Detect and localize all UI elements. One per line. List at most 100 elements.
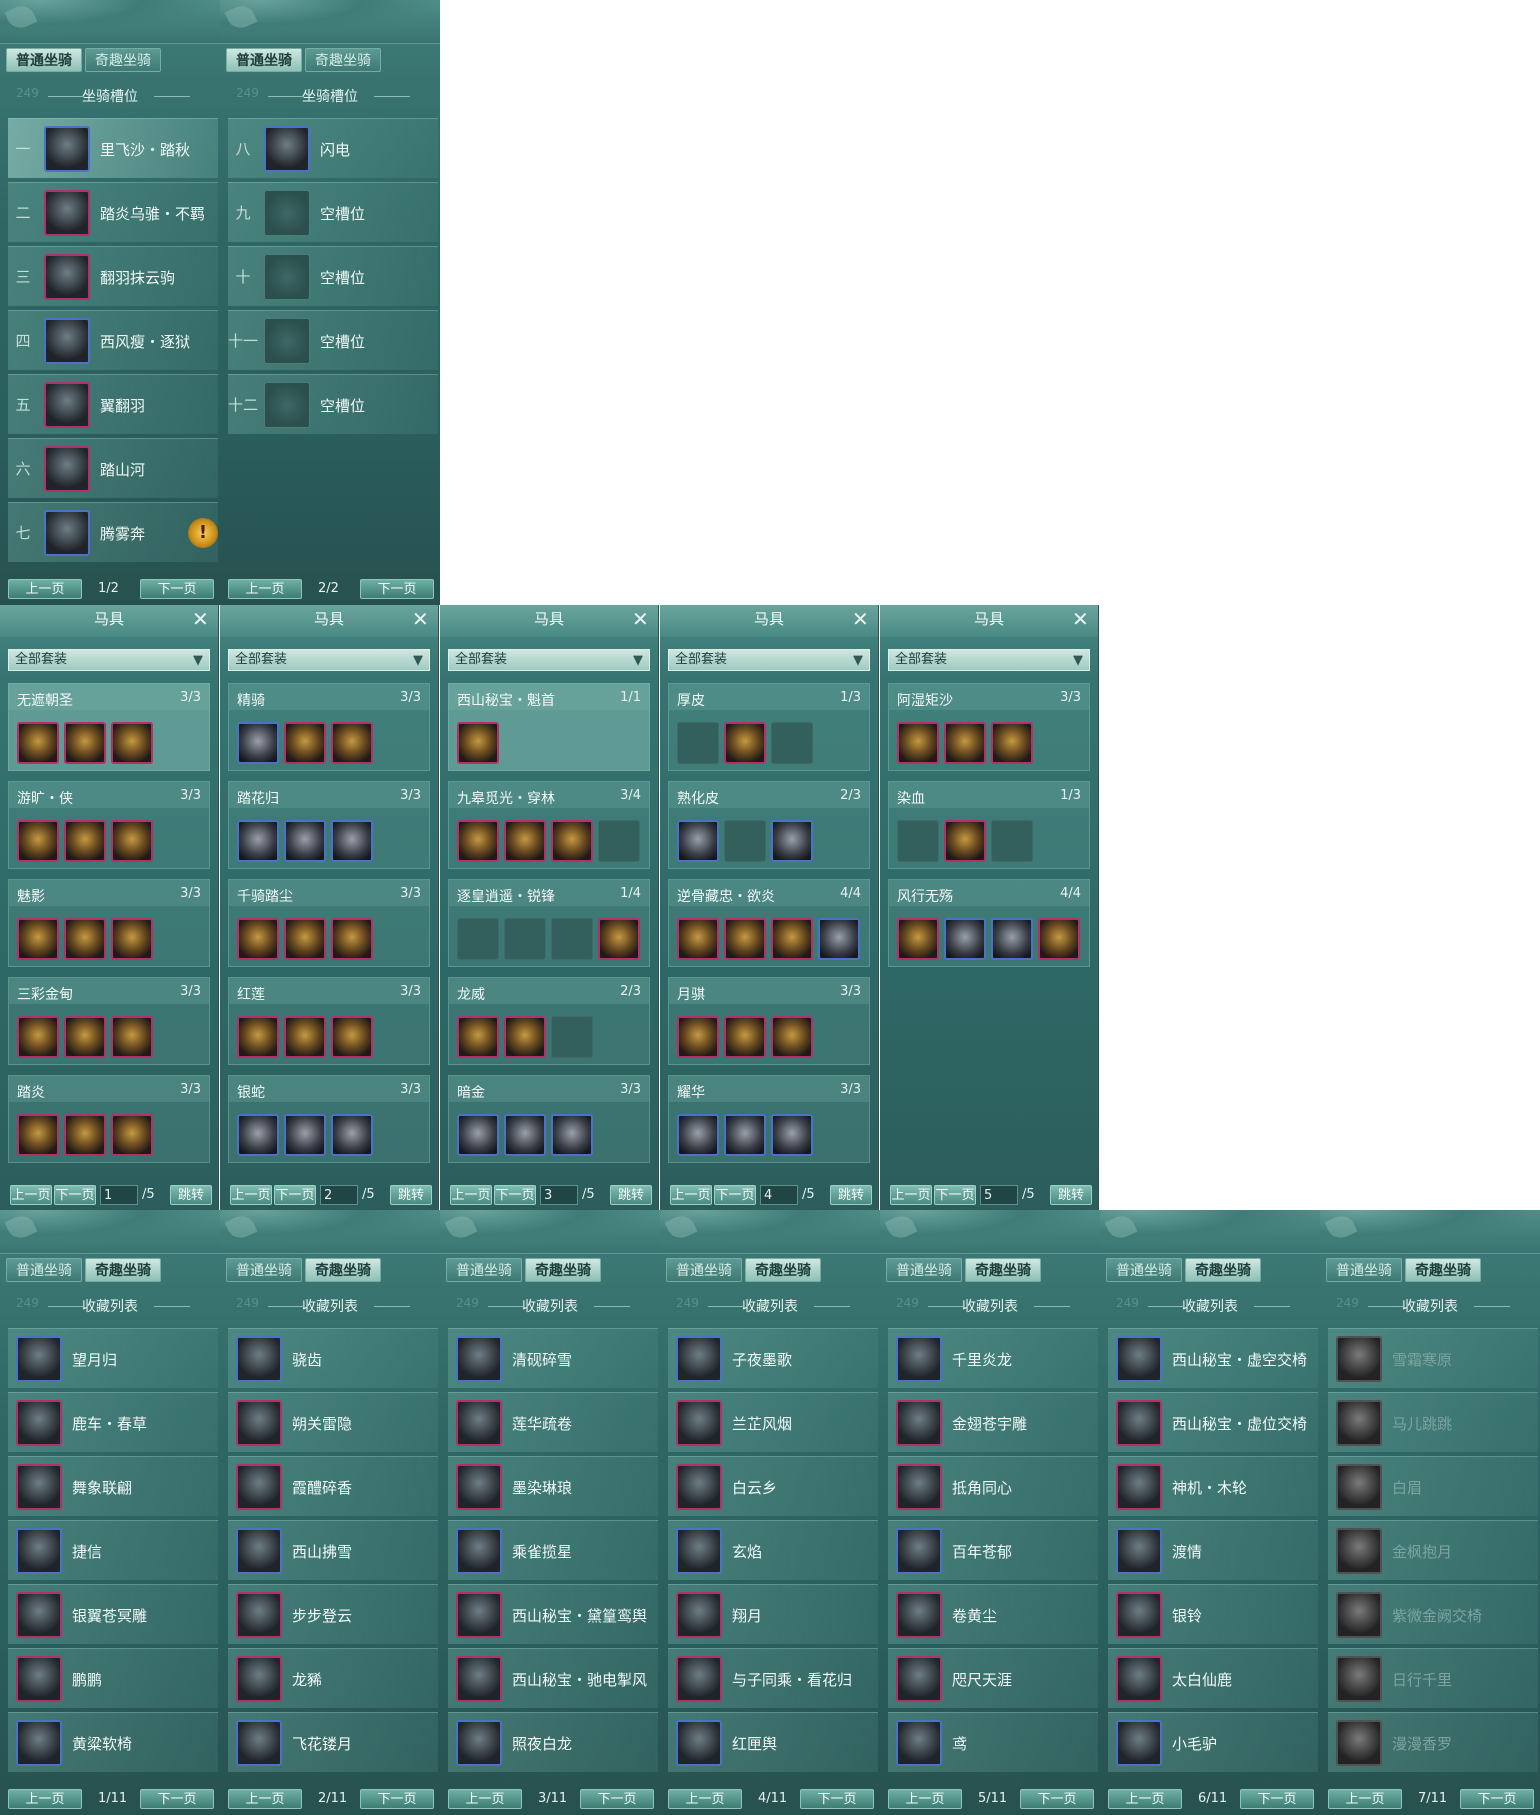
jump-button[interactable]: 跳转	[170, 1185, 212, 1205]
gear-icon[interactable]	[331, 722, 373, 764]
collection-list-item[interactable]: 银铃	[1108, 1584, 1318, 1644]
collection-list-item[interactable]: 舞象联翩	[8, 1456, 218, 1516]
gear-icon[interactable]	[724, 722, 766, 764]
empty-gear-slot[interactable]	[504, 918, 546, 960]
gear-icon[interactable]	[504, 1016, 546, 1058]
collection-list-item[interactable]: 墨染琳琅	[448, 1456, 658, 1516]
empty-gear-slot[interactable]	[771, 722, 813, 764]
gear-icon[interactable]	[771, 918, 813, 960]
set-filter-dropdown[interactable]: 全部套装 ▼	[448, 649, 650, 671]
gear-icon[interactable]	[724, 918, 766, 960]
gear-icon[interactable]	[284, 820, 326, 862]
collection-list-item[interactable]: 鹿车・春草	[8, 1392, 218, 1452]
gear-icon[interactable]	[551, 820, 593, 862]
tack-set-card[interactable]: 踏花归 3/3	[228, 781, 430, 869]
gear-icon[interactable]	[1038, 918, 1080, 960]
page-input[interactable]: 3	[540, 1185, 578, 1205]
gear-icon[interactable]	[897, 722, 939, 764]
empty-gear-slot[interactable]	[724, 820, 766, 862]
gear-icon[interactable]	[944, 722, 986, 764]
tack-set-card[interactable]: 染血 1/3	[888, 781, 1090, 869]
next-page-button[interactable]: 下一页	[580, 1789, 654, 1809]
collection-list-item[interactable]: 太白仙鹿	[1108, 1648, 1318, 1708]
gear-icon[interactable]	[818, 918, 860, 960]
collection-list-item[interactable]: 照夜白龙	[448, 1712, 658, 1772]
collection-list-item[interactable]: 神机・木轮	[1108, 1456, 1318, 1516]
tack-set-card[interactable]: 九皋觅光・穿林 3/4	[448, 781, 650, 869]
gear-icon[interactable]	[284, 918, 326, 960]
gear-icon[interactable]	[677, 918, 719, 960]
tack-set-card[interactable]: 西山秘宝・魁首 1/1	[448, 683, 650, 771]
gear-icon[interactable]	[111, 722, 153, 764]
empty-gear-slot[interactable]	[991, 820, 1033, 862]
set-filter-dropdown[interactable]: 全部套装 ▼	[668, 649, 870, 671]
prev-page-button[interactable]: 上一页	[448, 1789, 522, 1809]
collection-list-item[interactable]: 西山秘宝・虚位交椅	[1108, 1392, 1318, 1452]
collection-list-item[interactable]: 鸢	[888, 1712, 1098, 1772]
prev-page-button[interactable]: 上一页	[888, 1789, 962, 1809]
mount-slot-row[interactable]: 九 空槽位	[228, 182, 438, 242]
collection-list-item[interactable]: 飞花镂月	[228, 1712, 438, 1772]
gear-icon[interactable]	[991, 722, 1033, 764]
tack-set-card[interactable]: 魅影 3/3	[8, 879, 210, 967]
prev-page-button[interactable]: 上一页	[1328, 1789, 1402, 1809]
gear-icon[interactable]	[17, 722, 59, 764]
prev-page-button[interactable]: 上一页	[890, 1185, 932, 1205]
collection-list-item[interactable]: 马儿跳跳	[1328, 1392, 1538, 1452]
prev-page-button[interactable]: 上一页	[8, 1789, 82, 1809]
gear-icon[interactable]	[504, 820, 546, 862]
gear-icon[interactable]	[111, 1016, 153, 1058]
next-page-button[interactable]: 下一页	[140, 579, 214, 599]
tack-set-card[interactable]: 月骐 3/3	[668, 977, 870, 1065]
collection-list-item[interactable]: 西山秘宝・虚空交椅	[1108, 1328, 1318, 1388]
tab-normal-mounts[interactable]: 普通坐骑	[6, 48, 82, 72]
mount-slot-row[interactable]: 一 里飞沙・踏秋	[8, 118, 218, 178]
tab-normal-mounts[interactable]: 普通坐骑	[6, 1258, 82, 1282]
collection-list-item[interactable]: 翔月	[668, 1584, 878, 1644]
page-input[interactable]: 1	[100, 1185, 138, 1205]
gear-icon[interactable]	[237, 1016, 279, 1058]
next-page-button[interactable]: 下一页	[934, 1185, 976, 1205]
mount-slot-row[interactable]: 七 腾雾奔!	[8, 502, 218, 562]
gear-icon[interactable]	[111, 820, 153, 862]
collection-list-item[interactable]: 兰芷风烟	[668, 1392, 878, 1452]
tab-normal-mounts[interactable]: 普通坐骑	[1326, 1258, 1402, 1282]
tab-fun-mounts[interactable]: 奇趣坐骑	[525, 1258, 601, 1282]
gear-icon[interactable]	[677, 820, 719, 862]
collection-list-item[interactable]: 红匣舆	[668, 1712, 878, 1772]
mount-slot-row[interactable]: 五 翼翻羽	[8, 374, 218, 434]
collection-list-item[interactable]: 乘雀揽星	[448, 1520, 658, 1580]
tack-set-card[interactable]: 暗金 3/3	[448, 1075, 650, 1163]
tack-set-card[interactable]: 游旷・侠 3/3	[8, 781, 210, 869]
collection-list-item[interactable]: 玄焰	[668, 1520, 878, 1580]
collection-list-item[interactable]: 莲华疏卷	[448, 1392, 658, 1452]
close-icon[interactable]: ✕	[852, 609, 872, 629]
collection-list-item[interactable]: 金翅苍宇雕	[888, 1392, 1098, 1452]
collection-list-item[interactable]: 白眉	[1328, 1456, 1538, 1516]
gear-icon[interactable]	[457, 1114, 499, 1156]
gear-icon[interactable]	[17, 1114, 59, 1156]
prev-page-button[interactable]: 上一页	[670, 1185, 712, 1205]
tack-set-card[interactable]: 千骑踏尘 3/3	[228, 879, 430, 967]
gear-icon[interactable]	[991, 918, 1033, 960]
gear-icon[interactable]	[677, 1114, 719, 1156]
gear-icon[interactable]	[64, 722, 106, 764]
gear-icon[interactable]	[771, 1114, 813, 1156]
tab-fun-mounts[interactable]: 奇趣坐骑	[1185, 1258, 1261, 1282]
tab-normal-mounts[interactable]: 普通坐骑	[226, 1258, 302, 1282]
next-page-button[interactable]: 下一页	[800, 1789, 874, 1809]
set-filter-dropdown[interactable]: 全部套装 ▼	[8, 649, 210, 671]
gear-icon[interactable]	[17, 1016, 59, 1058]
gear-icon[interactable]	[457, 1016, 499, 1058]
jump-button[interactable]: 跳转	[610, 1185, 652, 1205]
gear-icon[interactable]	[331, 918, 373, 960]
empty-gear-slot[interactable]	[598, 820, 640, 862]
collection-list-item[interactable]: 子夜墨歌	[668, 1328, 878, 1388]
mount-slot-row[interactable]: 二 踏炎乌骓・不羁	[8, 182, 218, 242]
gear-icon[interactable]	[17, 918, 59, 960]
gear-icon[interactable]	[17, 820, 59, 862]
collection-list-item[interactable]: 卷黄尘	[888, 1584, 1098, 1644]
tack-set-card[interactable]: 龙威 2/3	[448, 977, 650, 1065]
set-filter-dropdown[interactable]: 全部套装 ▼	[228, 649, 430, 671]
gear-icon[interactable]	[331, 820, 373, 862]
